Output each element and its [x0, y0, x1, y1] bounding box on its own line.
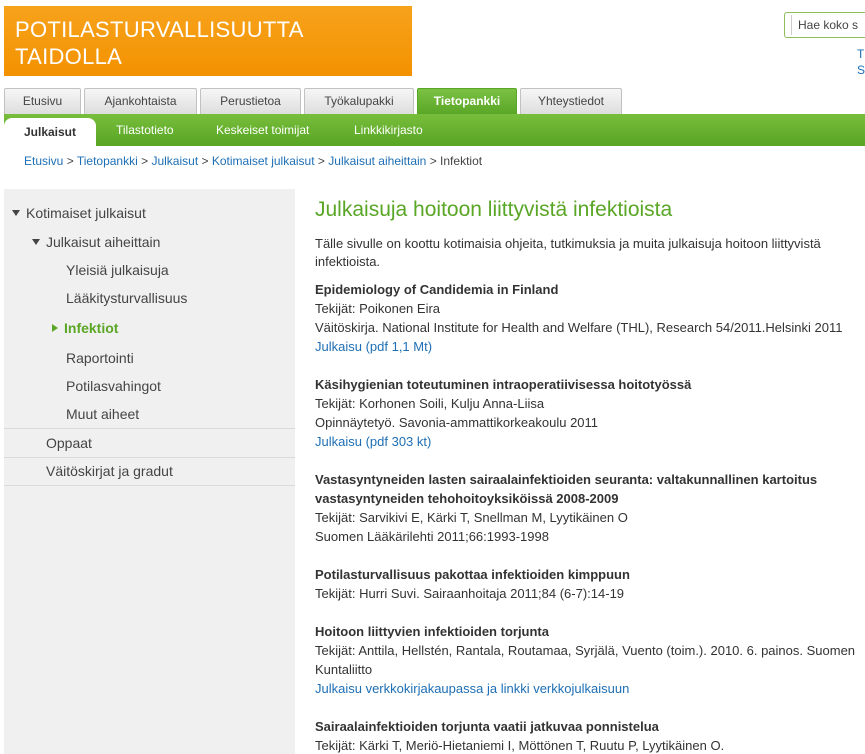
publication-link[interactable]: Julkaisu verkkokirjakaupassa ja linkki v… [315, 679, 860, 698]
logo-line2: TAIDOLLA [15, 44, 123, 69]
publication-title: Potilasturvallisuus pakottaa infektioide… [315, 567, 630, 582]
breadcrumb: Etusivu > Tietopankki > Julkaisut > Koti… [24, 154, 482, 168]
sidebar-item-raportointi[interactable]: Raportointi [66, 350, 134, 366]
breadcrumb-julkaisut-aiheittain[interactable]: Julkaisut aiheittain [328, 154, 426, 168]
breadcrumb-separator: > [201, 154, 209, 168]
header-link-2[interactable]: S [857, 63, 865, 77]
publication-title: Sairaalainfektioiden torjunta vaatii jat… [315, 719, 659, 734]
breadcrumb-separator: > [141, 154, 149, 168]
current-arrow-icon [52, 324, 58, 332]
logo-line1: POTILASTURVALLISUUTTA [15, 17, 304, 42]
publication-authors: Tekijät: Anttila, Hellstén, Rantala, Rou… [315, 643, 856, 677]
publication-authors: Tekijät: Poikonen Eira [315, 301, 441, 316]
expand-arrow-icon [32, 239, 40, 245]
sidebar-item-oppaat[interactable]: Oppaat [46, 435, 92, 451]
publication-item: Käsihygienian toteutuminen intraoperatii… [315, 375, 860, 451]
publication-item: Hoitoon liittyvien infektioiden torjunta… [315, 622, 860, 698]
breadcrumb-kotimaiset-julkaisut[interactable]: Kotimaiset julkaisut [212, 154, 315, 168]
search-input[interactable]: Hae koko s [791, 15, 865, 35]
publication-title: Epidemiology of Candidemia in Finland [315, 282, 559, 297]
sidebar-item-kotimaiset-julkaisut[interactable]: Kotimaiset julkaisut [12, 205, 146, 221]
search-box[interactable]: Hae koko s [784, 12, 865, 38]
publication-details: Suomen Lääkärilehti 2011;66:1993-1998 [315, 529, 549, 544]
expand-arrow-icon [12, 210, 20, 216]
sidebar-item-label: Kotimaiset julkaisut [26, 205, 146, 221]
sidebar-item-laakitysturvallisuus[interactable]: Lääkitysturvallisuus [66, 290, 187, 306]
main-navigation: Etusivu Ajankohtaista Perustietoa Työkal… [4, 88, 865, 114]
publication-link[interactable]: Julkaisu (pdf 303 kt) [315, 432, 860, 451]
breadcrumb-tietopankki[interactable]: Tietopankki [77, 154, 138, 168]
tab-tietopankki[interactable]: Tietopankki [417, 88, 517, 114]
publication-item: Vastasyntyneiden lasten sairaalainfektio… [315, 470, 860, 546]
publication-details: Opinnäytetyö. Savonia-ammattikorkeakoulu… [315, 415, 599, 430]
breadcrumb-separator: > [429, 154, 437, 168]
sidebar-item-label: Infektiot [64, 320, 119, 336]
sidebar: Kotimaiset julkaisut Julkaisut aiheittai… [4, 189, 295, 754]
sidebar-divider [4, 485, 295, 486]
breadcrumb-separator: > [317, 154, 325, 168]
sidebar-item-vaitoskirjat-ja-gradut[interactable]: Väitöskirjat ja gradut [46, 463, 173, 479]
main-content: Julkaisuja hoitoon liittyvistä infektioi… [315, 196, 860, 754]
publication-title: Käsihygienian toteutuminen intraoperatii… [315, 377, 692, 392]
publication-authors: Tekijät: Korhonen Soili, Kulju Anna-Liis… [315, 396, 545, 411]
sidebar-item-julkaisut-aiheittain[interactable]: Julkaisut aiheittain [32, 234, 160, 250]
publication-item: Potilasturvallisuus pakottaa infektioide… [315, 565, 860, 603]
sidebar-item-muut-aiheet[interactable]: Muut aiheet [66, 406, 139, 422]
subtab-julkaisut[interactable]: Julkaisut [4, 118, 96, 146]
tab-perustietoa[interactable]: Perustietoa [200, 88, 301, 114]
site-logo[interactable]: POTILASTURVALLISUUTTA TAIDOLLA [4, 6, 412, 76]
publication-item: Epidemiology of Candidemia in Finland Te… [315, 280, 860, 356]
sidebar-item-potilasvahingot[interactable]: Potilasvahingot [66, 378, 161, 394]
publication-title: Hoitoon liittyvien infektioiden torjunta [315, 624, 549, 639]
tab-yhteystiedot[interactable]: Yhteystiedot [520, 88, 622, 114]
breadcrumb-current: Infektiot [440, 154, 483, 168]
tab-tyokalupakki[interactable]: Työkalupakki [304, 88, 414, 114]
tab-ajankohtaista[interactable]: Ajankohtaista [84, 88, 197, 114]
tab-etusivu[interactable]: Etusivu [4, 88, 81, 114]
publication-authors: Tekijät: Hurri Suvi. Sairaanhoitaja 2011… [315, 586, 625, 601]
intro-text: Tälle sivulle on koottu kotimaisia ohjei… [315, 236, 821, 269]
sidebar-item-infektiot[interactable]: Infektiot [52, 320, 118, 336]
publication-authors: Tekijät: Kärki T, Meriö-Hietaniemi I, Mö… [315, 738, 725, 753]
breadcrumb-julkaisut[interactable]: Julkaisut [151, 154, 198, 168]
sidebar-item-label: Julkaisut aiheittain [46, 234, 161, 250]
publication-link[interactable]: Julkaisu (pdf 1,1 Mt) [315, 337, 860, 356]
breadcrumb-etusivu[interactable]: Etusivu [24, 154, 63, 168]
publication-authors: Tekijät: Sarvikivi E, Kärki T, Snellman … [315, 510, 628, 525]
subtab-linkkikirjasto[interactable]: Linkkikirjasto [354, 114, 423, 146]
publication-title: Vastasyntyneiden lasten sairaalainfektio… [315, 472, 818, 506]
sidebar-divider [4, 428, 295, 429]
breadcrumb-separator: > [66, 154, 74, 168]
publication-details: Väitöskirja. National Institute for Heal… [315, 320, 843, 335]
subtab-keskeiset-toimijat[interactable]: Keskeiset toimijat [216, 114, 309, 146]
publication-item: Sairaalainfektioiden torjunta vaatii jat… [315, 717, 860, 754]
sidebar-divider [4, 457, 295, 458]
subtab-tilastotieto[interactable]: Tilastotieto [116, 114, 174, 146]
page-title: Julkaisuja hoitoon liittyvistä infektioi… [315, 198, 673, 221]
sidebar-item-yleisia-julkaisuja[interactable]: Yleisiä julkaisuja [66, 262, 169, 278]
sub-navigation: Julkaisut Tilastotieto Keskeiset toimija… [4, 114, 865, 146]
header-link-1[interactable]: T [857, 47, 864, 61]
